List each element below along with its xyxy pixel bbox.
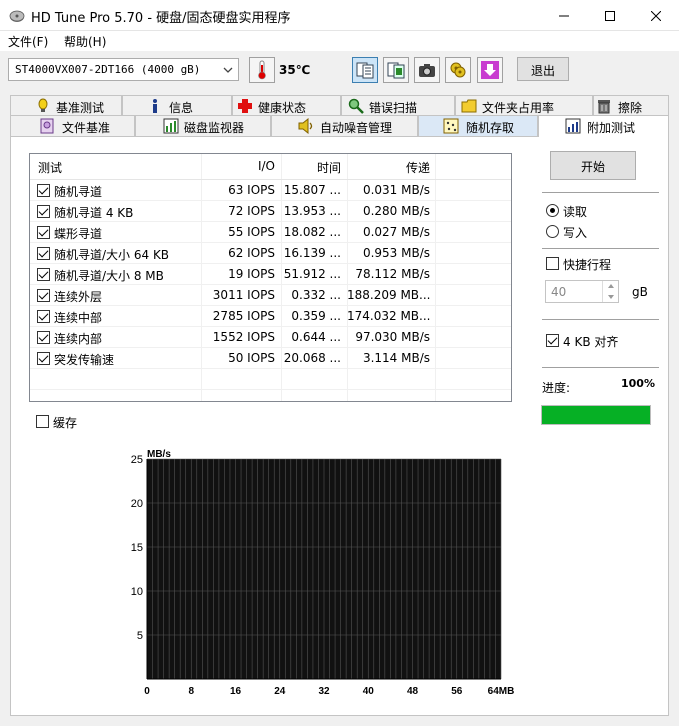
- chart-y-tick-label: 25: [131, 454, 143, 466]
- wrench-icon: [450, 62, 466, 78]
- options-button[interactable]: [445, 57, 471, 83]
- health-icon: [238, 99, 252, 113]
- tab-file-benchmark[interactable]: 文件基准: [10, 115, 135, 136]
- menu-help[interactable]: 帮助(H): [64, 33, 106, 50]
- minimize-button[interactable]: [541, 0, 587, 31]
- save-button[interactable]: [477, 57, 503, 83]
- menu-file[interactable]: 文件(F): [8, 33, 48, 50]
- menu-bar: 文件(F) 帮助(H): [0, 31, 679, 51]
- tab-random-access[interactable]: 随机存取: [418, 115, 538, 136]
- chart-x-tick-label: 24: [274, 686, 286, 697]
- tab-random-access-label: 随机存取: [466, 121, 515, 135]
- tab-benchmark-label: 基准测试: [56, 101, 105, 115]
- temperature-readout: 35℃: [279, 63, 311, 77]
- info-icon: [153, 99, 157, 113]
- folder-usage-icon: [461, 99, 477, 113]
- chart-x-tick-label: 8: [188, 686, 194, 697]
- tab-erase[interactable]: 擦除: [593, 95, 669, 116]
- tab-noise-label: 自动噪音管理: [320, 121, 393, 135]
- chart-x-tick-label: 32: [318, 686, 330, 697]
- exit-button[interactable]: 退出: [517, 57, 569, 81]
- copy-screenshot-button[interactable]: [383, 57, 409, 83]
- window-title: HD Tune Pro 5.70 - 硬盘/固态硬盘实用程序: [31, 11, 291, 26]
- benchmark-icon: [38, 98, 48, 112]
- tab-extra-tests[interactable]: 附加测试: [538, 115, 669, 137]
- random-access-icon: [443, 118, 459, 134]
- toolbar: ST4000VX007-2DT166 (4000 gB) 35℃ 退出: [0, 51, 679, 89]
- disk-monitor-icon: [163, 118, 179, 134]
- tab-info-label: 信息: [169, 101, 194, 115]
- speed-chart: 5 10 15 20 25 0 8 16 24 32 40 48 56 64MB MB/s: [131, 449, 515, 697]
- chart-y-tick-label: 15: [131, 542, 143, 554]
- tab-disk-monitor[interactable]: 磁盘监视器: [135, 115, 271, 136]
- copy-image-icon: [387, 62, 405, 79]
- erase-icon: [598, 100, 610, 114]
- chart-y-tick-label: 20: [131, 498, 143, 510]
- thermometer-icon: [258, 60, 266, 80]
- chart-x-tick-label: 40: [363, 686, 375, 697]
- title-bar: HD Tune Pro 5.70 - 硬盘/固态硬盘实用程序: [0, 0, 679, 31]
- tab-error-scan-label: 错误扫描: [369, 101, 418, 115]
- chart-y-tick-label: 5: [137, 630, 143, 642]
- error-scan-icon: [348, 98, 364, 114]
- chart-x-tick-label: 64MB: [488, 686, 515, 697]
- minimize-icon: [559, 15, 569, 16]
- chart-y-axis-label: MB/s: [147, 449, 171, 460]
- drive-select[interactable]: ST4000VX007-2DT166 (4000 gB): [8, 58, 239, 81]
- tab-row-bottom: 文件基准 磁盘监视器 自动噪音管理 随机存取 附加测试: [10, 115, 669, 137]
- noise-icon: [298, 118, 313, 134]
- tab-info[interactable]: 信息: [122, 95, 232, 116]
- chart-x-tick-label: 0: [144, 686, 150, 697]
- maximize-icon: [605, 10, 615, 21]
- tab-health[interactable]: 健康状态: [232, 95, 341, 116]
- tab-folder-usage-label: 文件夹占用率: [482, 101, 555, 115]
- tab-row-top: 基准测试 信息 健康状态 错误扫描 文件夹占用率 擦除: [10, 95, 669, 116]
- copy-text-icon: [356, 62, 374, 79]
- chart-x-tick-label: 48: [407, 686, 419, 697]
- extra-tests-panel: 测试 I/O 时间 传递 随机寻道 63 IOPS 15.807 ... 0.031 …: [10, 136, 669, 716]
- tab-extra-tests-label: 附加测试: [587, 121, 636, 135]
- tab-folder-usage[interactable]: 文件夹占用率: [455, 95, 593, 116]
- tab-health-label: 健康状态: [258, 101, 307, 115]
- camera-icon: [419, 64, 435, 77]
- tab-disk-monitor-label: 磁盘监视器: [184, 121, 245, 135]
- drive-select-value: ST4000VX007-2DT166 (4000 gB): [15, 63, 201, 76]
- close-button[interactable]: [633, 0, 679, 31]
- close-icon: [651, 10, 661, 21]
- chart-x-tick-label: 16: [230, 686, 242, 697]
- download-arrow-icon: [481, 61, 499, 79]
- screenshot-button[interactable]: [414, 57, 440, 83]
- file-benchmark-icon: [40, 118, 54, 134]
- chart-y-tick-label: 10: [131, 586, 143, 598]
- app-disk-icon: [9, 10, 25, 22]
- temperature-button[interactable]: [249, 57, 275, 83]
- copy-text-button[interactable]: [352, 57, 378, 83]
- tab-erase-label: 擦除: [618, 101, 643, 115]
- tab-error-scan[interactable]: 错误扫描: [341, 95, 455, 116]
- chevron-down-icon: [223, 67, 233, 73]
- extra-tests-icon: [565, 118, 581, 134]
- tab-noise-management[interactable]: 自动噪音管理: [271, 115, 418, 136]
- maximize-button[interactable]: [587, 0, 633, 31]
- tab-benchmark[interactable]: 基准测试: [10, 95, 122, 116]
- tab-file-benchmark-label: 文件基准: [62, 121, 111, 135]
- chart-x-tick-label: 56: [451, 686, 463, 697]
